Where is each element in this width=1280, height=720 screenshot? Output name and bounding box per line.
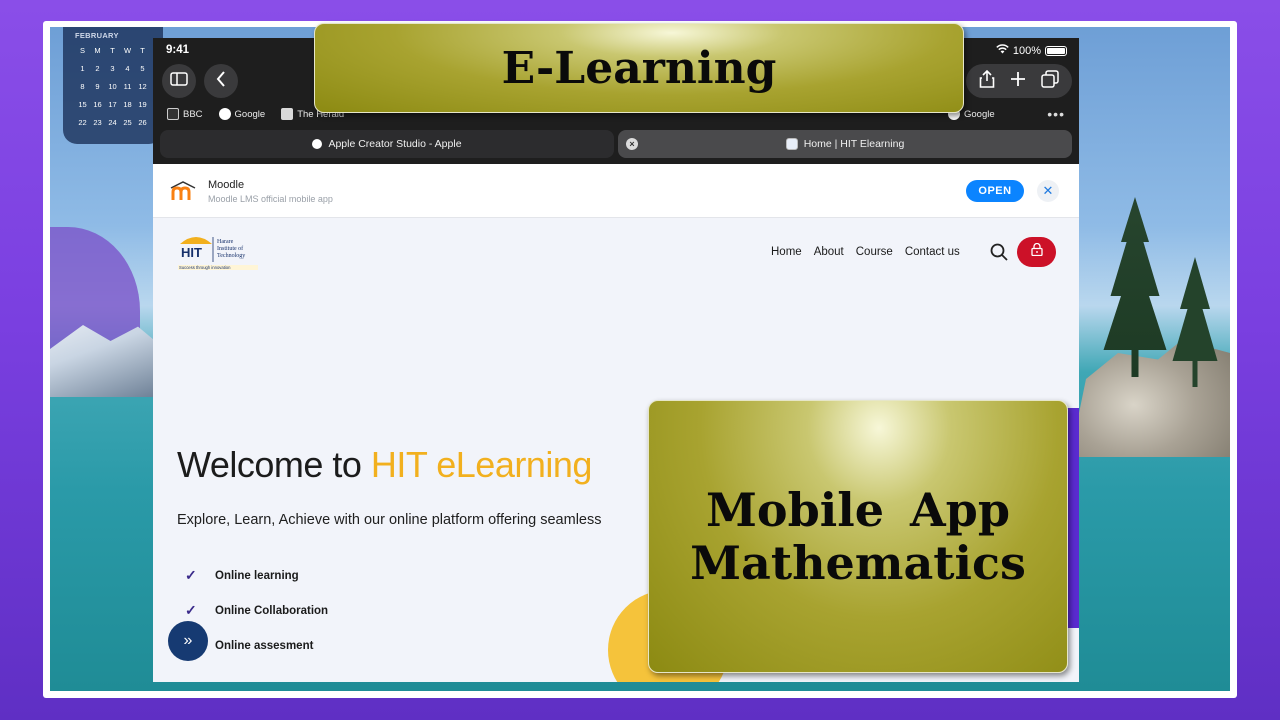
calendar-day: 2 [95, 64, 100, 73]
close-icon[interactable]: ✕ [1037, 180, 1059, 202]
tab-bar: Apple Creator Studio - Apple × Home | HI… [160, 130, 1072, 158]
calendar-day: 10 [108, 82, 117, 91]
calendar-day-header: T [140, 46, 145, 55]
logo-tagline: Success through innovation [179, 265, 231, 270]
nav-contact[interactable]: Contact us [905, 246, 960, 258]
calendar-day: 12 [138, 82, 147, 91]
chevron-left-icon [216, 70, 226, 92]
hero-title-accent: HIT eLearning [370, 444, 592, 485]
toolbar-actions [966, 64, 1072, 98]
calendar-day: 11 [123, 82, 132, 91]
wifi-icon [996, 44, 1009, 57]
subtitle-overlay-line1: Mobile App [705, 482, 1010, 537]
apple-icon [312, 139, 323, 149]
calendar-day-header: S [79, 46, 85, 55]
search-icon[interactable] [989, 242, 1009, 262]
bookmark-label: Google [234, 108, 266, 120]
checkmark-icon: ✓ [185, 602, 197, 618]
feature-item: ✓ Online Collaboration [185, 593, 328, 628]
google-icon [218, 108, 231, 120]
battery-icon [1045, 45, 1067, 56]
calendar-day: 5 [140, 64, 145, 73]
plus-icon[interactable] [1010, 71, 1026, 92]
feature-label: Online learning [215, 569, 299, 582]
status-time: 9:41 [166, 44, 190, 56]
nav-course[interactable]: Course [856, 246, 893, 258]
tab-apple-creator-studio[interactable]: Apple Creator Studio - Apple [160, 130, 614, 158]
calendar-day: 9 [95, 82, 100, 91]
feature-label: Online assesment [215, 639, 314, 652]
subtitle-overlay: Mobile App Mathematics [648, 400, 1068, 673]
share-icon[interactable] [979, 69, 995, 93]
calendar-day: 26 [138, 118, 147, 127]
logo-line3: Technology [217, 253, 245, 259]
tab-label: Home | HIT Elearning [803, 138, 905, 150]
site-header: HIT Harare Institute of Technology Succe… [153, 218, 1079, 288]
close-tab-icon[interactable]: × [626, 138, 638, 150]
main-nav: Home About Course Contact us [771, 246, 960, 258]
double-chevron-right-icon: » [183, 632, 193, 649]
calendar-day-header: W [123, 46, 132, 55]
calendar-day: 1 [80, 64, 85, 73]
tab-hit-elearning[interactable]: × Home | HIT Elearning [618, 130, 1072, 158]
calendar-day: 19 [138, 100, 147, 109]
calendar-day: 8 [80, 82, 85, 91]
open-app-button[interactable]: OPEN [966, 180, 1024, 202]
feature-label: Online Collaboration [215, 604, 329, 617]
back-button[interactable] [204, 64, 238, 98]
tab-label: Apple Creator Studio - Apple [328, 138, 462, 150]
calendar-day: 24 [108, 118, 117, 127]
app-banner-subtitle: Moodle LMS official mobile app [208, 194, 333, 204]
nav-about[interactable]: About [814, 246, 844, 258]
calendar-grid: S M T W T 1 2 3 4 5 8 9 10 11 12 15 16 1… [75, 46, 163, 127]
battery-percent: 100% [1012, 44, 1041, 57]
nav-home[interactable]: Home [771, 246, 802, 258]
calendar-day-header: T [110, 46, 115, 55]
expand-menu-button[interactable]: » [168, 621, 208, 661]
herald-icon [281, 108, 294, 120]
logo-line1: Harare [217, 239, 234, 245]
sidebar-icon [170, 71, 188, 91]
hit-favicon-icon [785, 138, 798, 150]
calendar-day: 25 [123, 118, 132, 127]
more-icon[interactable]: ••• [1047, 106, 1065, 122]
login-button[interactable] [1017, 237, 1056, 267]
status-indicators: 100% [996, 44, 1067, 57]
tabs-overview-icon[interactable] [1040, 69, 1059, 93]
calendar-day: 18 [123, 100, 132, 109]
moodle-logo-icon [169, 178, 197, 202]
sidebar-button[interactable] [162, 64, 196, 98]
logo-line2: Institute of [217, 245, 243, 252]
calendar-day: 23 [93, 118, 102, 127]
bookmark-label: Google [964, 108, 995, 120]
logo-text: HIT [181, 245, 202, 260]
calendar-day: 4 [125, 64, 130, 73]
smart-app-banner: Moodle Moodle LMS official mobile app OP… [153, 164, 1079, 218]
checkmark-icon: ✓ [185, 567, 197, 583]
hit-logo[interactable]: HIT Harare Institute of Technology Succe… [178, 232, 258, 272]
title-overlay: E-Learning [314, 23, 964, 113]
calendar-day: 17 [108, 100, 117, 109]
calendar-day: 15 [78, 100, 87, 109]
calendar-day: 3 [110, 64, 115, 73]
bookmark-item[interactable]: BBC [167, 108, 203, 120]
wallpaper-tree [1103, 197, 1167, 377]
bookmark-label: BBC [183, 108, 203, 120]
lock-icon [1030, 242, 1043, 261]
subtitle-overlay-line2: Mathematics [690, 535, 1026, 590]
app-banner-title: Moodle [208, 179, 245, 191]
bookmark-item[interactable]: Google [218, 108, 266, 120]
bbc-icon [167, 108, 179, 120]
feature-item: ✓ Online learning [185, 558, 328, 593]
hero-title: Welcome to HIT eLearning [177, 444, 592, 486]
calendar-day: 16 [93, 100, 102, 109]
calendar-widget[interactable]: FEBRUARY S M T W T 1 2 3 4 5 8 9 10 11 1… [63, 27, 163, 144]
calendar-day-header: M [94, 46, 101, 55]
calendar-day: 22 [78, 118, 87, 127]
title-overlay-text: E-Learning [501, 42, 777, 94]
calendar-month: FEBRUARY [75, 31, 119, 40]
hero-title-prefix: Welcome to [177, 444, 371, 485]
hero-description: Explore, Learn, Achieve with our online … [177, 512, 602, 528]
